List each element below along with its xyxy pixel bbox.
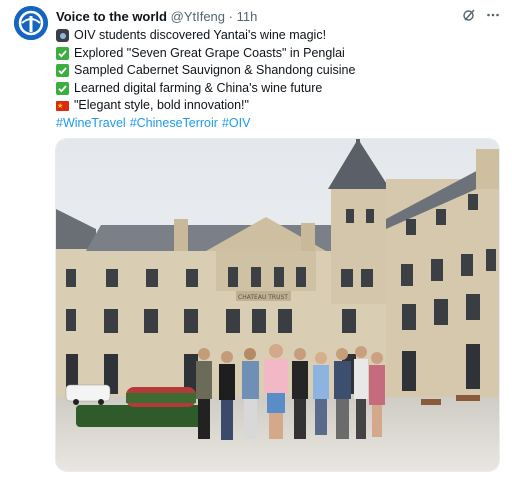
tweet-photo[interactable]: CHATEAU TRUST bbox=[55, 138, 500, 472]
line-text: OIV students discovered Yantai's wine ma… bbox=[74, 28, 327, 42]
line-text: Sampled Cabernet Sauvignon & Shandong cu… bbox=[74, 63, 356, 77]
text-line: Sampled Cabernet Sauvignon & Shandong cu… bbox=[56, 62, 492, 80]
author-name[interactable]: Voice to the world bbox=[56, 9, 167, 24]
check-emoji-icon bbox=[56, 46, 69, 60]
text-line: Explored "Seven Great Grape Coasts" in P… bbox=[56, 45, 492, 63]
avatar-logo-icon bbox=[14, 6, 48, 40]
line-text: Explored "Seven Great Grape Coasts" in P… bbox=[74, 45, 345, 60]
chateau-sign-text: CHATEAU TRUST bbox=[238, 294, 288, 301]
author-handle[interactable]: @YtIfeng bbox=[171, 9, 225, 24]
line-text: "Elegant style, bold innovation!" bbox=[74, 98, 249, 112]
chateau-group-photo: CHATEAU TRUST bbox=[56, 139, 499, 471]
avatar[interactable] bbox=[14, 6, 48, 40]
tweet-text: OIV students discovered Yantai's wine ma… bbox=[56, 27, 492, 132]
tweet-header: Voice to the world @YtIfeng · 11h bbox=[56, 8, 500, 26]
tweet-time[interactable]: 11h bbox=[237, 9, 258, 24]
tweet-card[interactable]: Voice to the world @YtIfeng · 11h OIV st… bbox=[0, 0, 512, 480]
text-line: OIV students discovered Yantai's wine ma… bbox=[56, 27, 492, 45]
hashtag-link[interactable]: #WineTravel bbox=[56, 115, 126, 133]
hashtag-link[interactable]: #OIV bbox=[222, 115, 251, 133]
hashtag-line: #WineTravel #ChineseTerroir #OIV bbox=[56, 115, 492, 133]
line-text: Learned digital farming & China's wine f… bbox=[74, 80, 323, 95]
hashtag-link[interactable]: #ChineseTerroir bbox=[130, 115, 218, 133]
separator-dot: · bbox=[228, 9, 233, 24]
grok-icon[interactable] bbox=[462, 8, 476, 22]
china-flag-emoji-icon bbox=[56, 98, 69, 116]
header-icons bbox=[462, 8, 500, 22]
text-line: Learned digital farming & China's wine f… bbox=[56, 80, 492, 98]
check-emoji-icon bbox=[56, 64, 69, 78]
camera-emoji-icon bbox=[56, 29, 69, 43]
more-icon[interactable] bbox=[486, 8, 500, 22]
check-emoji-icon bbox=[56, 81, 69, 95]
text-line: "Elegant style, bold innovation!" bbox=[56, 97, 492, 116]
